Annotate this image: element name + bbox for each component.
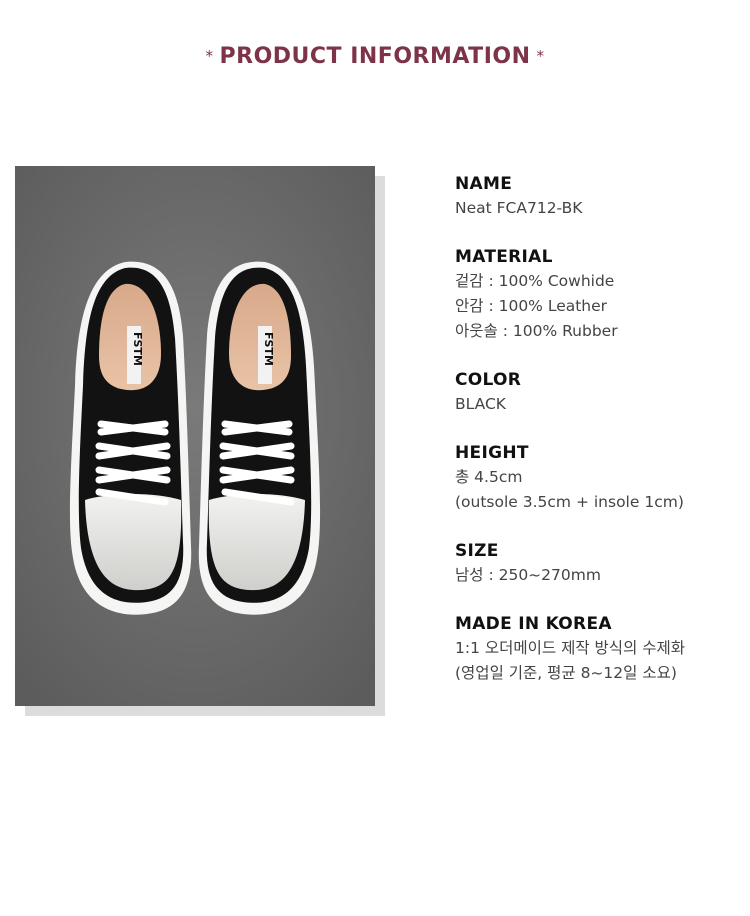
info-label: MADE IN KOREA <box>455 614 612 634</box>
info-value: 겉감 : 100% Cowhide <box>455 272 615 290</box>
info-name: NAME Neat FCA712-BK <box>455 172 745 221</box>
section-title-text: PRODUCT INFORMATION <box>219 44 531 69</box>
info-material: MATERIAL 겉감 : 100% Cowhide 안감 : 100% Lea… <box>455 245 745 344</box>
shoe-tongue-label: FSTM <box>131 332 144 366</box>
sneakers-illustration: FSTM FSTM <box>15 166 375 706</box>
info-value: (영업일 기준, 평균 8~12일 소요) <box>455 664 677 682</box>
info-value: 남성 : 250~270mm <box>455 566 601 584</box>
info-value: (outsole 3.5cm + insole 1cm) <box>455 493 684 511</box>
info-size: SIZE 남성 : 250~270mm <box>455 539 745 588</box>
star-right-icon: * <box>536 47 545 65</box>
info-color: COLOR BLACK <box>455 368 745 417</box>
info-label: NAME <box>455 174 513 194</box>
info-value: 1:1 오더메이드 제작 방식의 수제화 <box>455 639 686 657</box>
info-value: 아웃솔 : 100% Rubber <box>455 322 618 340</box>
shoe-tongue-label: FSTM <box>262 332 275 366</box>
info-label: COLOR <box>455 370 522 390</box>
left-shoe: FSTM <box>69 261 192 615</box>
info-made-in: MADE IN KOREA 1:1 오더메이드 제작 방식의 수제화 (영업일 … <box>455 612 745 686</box>
section-title: * PRODUCT INFORMATION * <box>0 44 750 69</box>
info-value: 총 4.5cm <box>455 468 523 486</box>
info-value: 안감 : 100% Leather <box>455 297 608 315</box>
info-value: BLACK <box>455 395 506 413</box>
info-label: SIZE <box>455 541 499 561</box>
product-info: NAME Neat FCA712-BK MATERIAL 겉감 : 100% C… <box>455 172 745 710</box>
star-left-icon: * <box>205 47 214 65</box>
info-height: HEIGHT 총 4.5cm (outsole 3.5cm + insole 1… <box>455 441 745 515</box>
info-label: MATERIAL <box>455 247 553 267</box>
info-value: Neat FCA712-BK <box>455 199 583 217</box>
product-photo: FSTM FSTM <box>15 166 375 706</box>
info-label: HEIGHT <box>455 443 529 463</box>
right-shoe: FSTM <box>198 261 321 615</box>
